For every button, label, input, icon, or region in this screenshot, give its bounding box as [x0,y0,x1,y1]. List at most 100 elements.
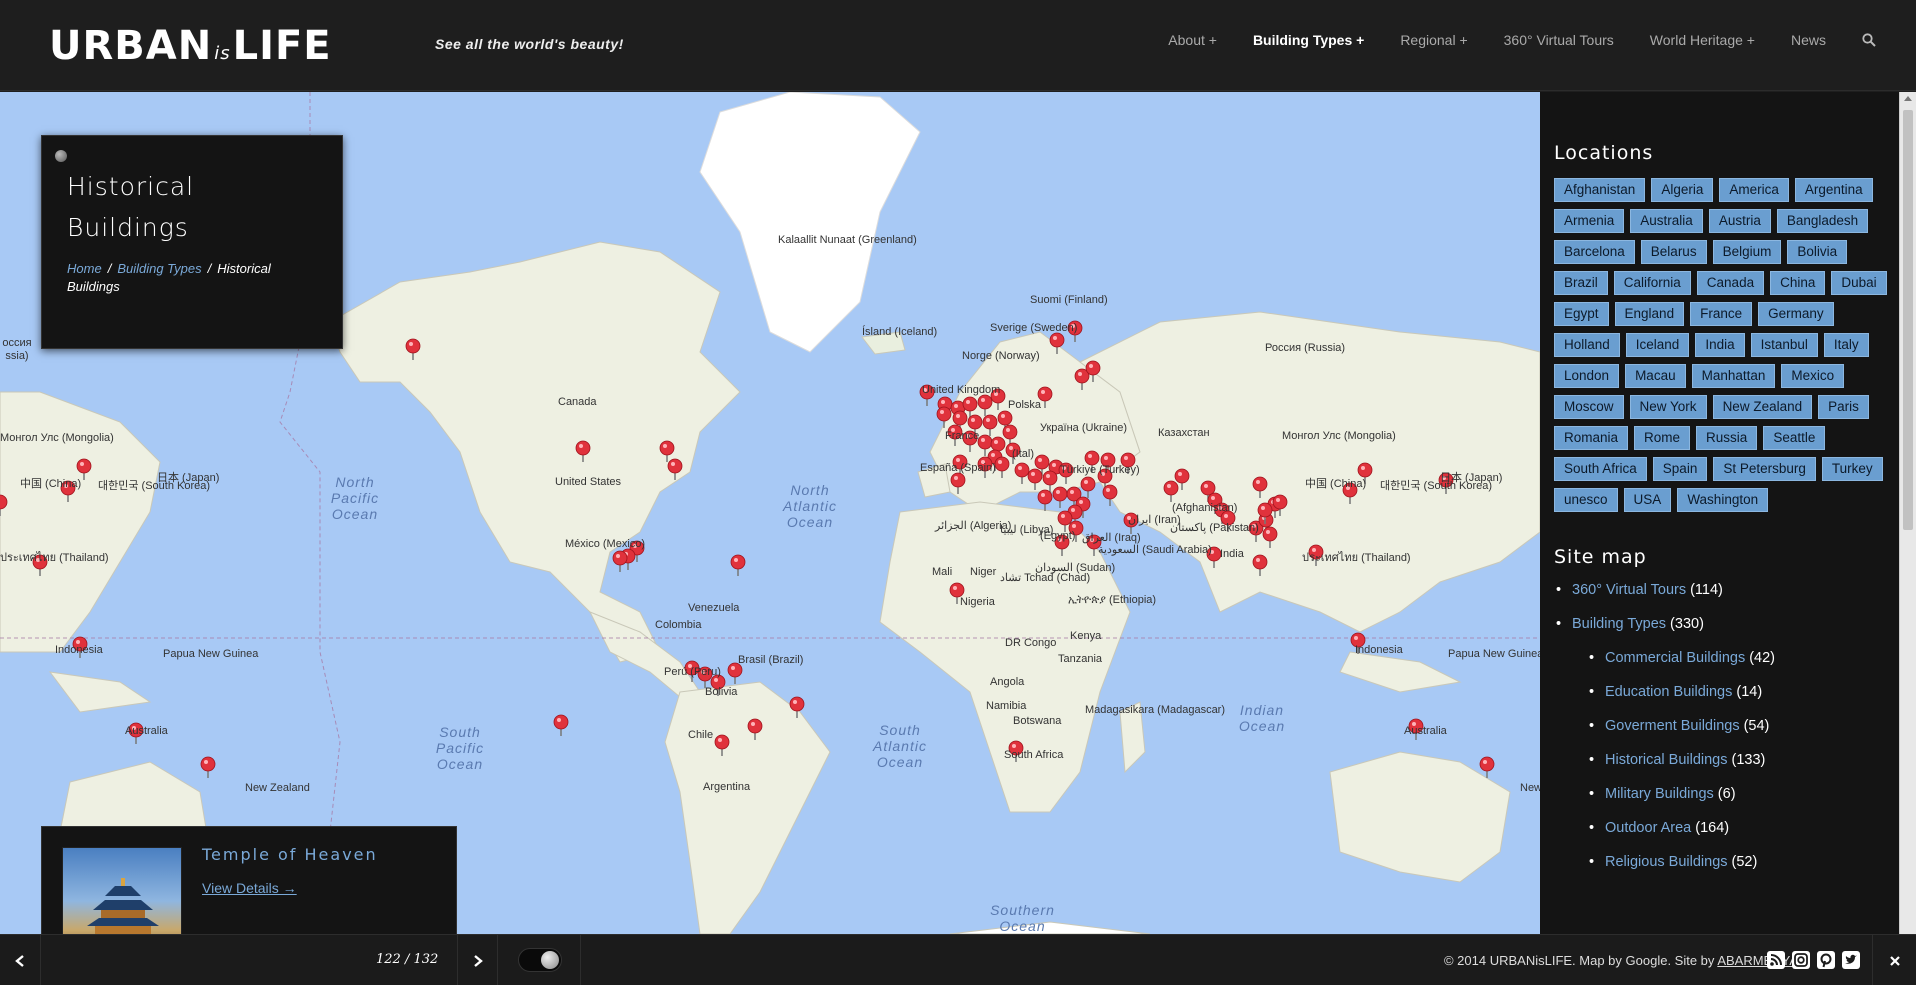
map-label-chile: Chile [688,729,714,741]
location-tag[interactable]: India [1695,333,1745,357]
map-pin-icon[interactable] [730,554,746,576]
location-tag[interactable]: New Zealand [1712,395,1813,419]
search-icon[interactable] [1862,33,1876,47]
location-tag[interactable]: England [1614,302,1685,326]
location-tag[interactable]: Seattle [1763,426,1826,450]
location-tag[interactable]: unesco [1554,488,1618,512]
close-button[interactable] [1872,935,1916,985]
prev-button[interactable] [0,935,41,985]
location-tag[interactable]: Turkey [1821,457,1883,481]
breadcrumb-building-types[interactable]: Building Types [117,261,201,276]
map-pin-icon[interactable] [612,550,628,572]
ocean-north-atlantic: North Atlantic Ocean [783,482,837,530]
location-tag[interactable]: Italy [1823,333,1869,357]
map-label-left-mongolia: Монгол Улс (Mongolia) [0,432,114,444]
location-tag[interactable]: China [1770,271,1826,295]
location-tag[interactable]: Washington [1677,488,1769,512]
sitemap-sublink[interactable]: Goverment Buildings [1605,718,1740,734]
map-label-india: India [1220,548,1244,560]
map-pin-icon[interactable] [1080,476,1096,498]
location-tag[interactable]: Macau [1625,364,1686,388]
card-title[interactable]: Temple of Heaven [202,845,378,864]
next-button[interactable] [457,935,498,985]
map-label-kazakhstan: Казахстан [1158,427,1210,439]
location-tag[interactable]: Romania [1554,426,1629,450]
sitemap-sublink[interactable]: Commercial Buildings [1605,650,1745,666]
sitemap-sublink[interactable]: Religious Buildings [1605,854,1728,870]
map-label-indonesia: Indonesia [1355,644,1403,656]
twitter-icon[interactable] [1842,951,1860,969]
rss-icon[interactable] [1767,951,1785,969]
location-tag[interactable]: Rome [1634,426,1691,450]
nav-regional[interactable]: Regional + [1400,32,1467,48]
location-tag[interactable]: Bangladesh [1776,209,1869,233]
location-tag[interactable]: Egypt [1554,302,1609,326]
sitemap-link-building-types[interactable]: Building Types [1572,616,1666,632]
sitemap-sublink[interactable]: Outdoor Area [1605,820,1691,836]
sitemap-sublink[interactable]: Historical Buildings [1605,752,1728,768]
map-pin-icon[interactable] [1052,486,1068,508]
map-pin-icon[interactable] [553,714,569,736]
view-details-link[interactable]: View Details → [202,880,297,896]
location-tag[interactable]: Austria [1708,209,1771,233]
scroll-thumb[interactable] [1903,110,1913,530]
instagram-icon[interactable] [1792,951,1810,969]
location-tag[interactable]: Australia [1630,209,1703,233]
site-header: URBAN isLIFE See all the world's beauty! … [0,0,1916,91]
location-tag[interactable]: Moscow [1554,395,1624,419]
location-tag[interactable]: America [1719,178,1789,202]
location-tag[interactable]: Armenia [1554,209,1625,233]
map-pin-icon[interactable] [1037,489,1053,511]
sitemap-subitem: Outdoor Area(164) [1587,818,1899,838]
location-tag[interactable]: Paris [1818,395,1869,419]
location-tag[interactable]: Holland [1554,333,1620,357]
nav-news[interactable]: News [1791,32,1826,48]
page-scrollbar[interactable] [1899,92,1916,934]
location-tag[interactable]: Dubai [1831,271,1887,295]
location-tag[interactable]: France [1690,302,1753,326]
site-logo[interactable]: URBAN isLIFE [49,22,332,78]
location-tag[interactable]: Spain [1652,457,1708,481]
pinterest-icon[interactable] [1817,951,1835,969]
map-label-canada: Canada [558,396,597,408]
nav-about[interactable]: About + [1168,32,1217,48]
sitemap-link-virtual-tours[interactable]: 360° Virtual Tours [1572,582,1686,598]
location-tag[interactable]: Istanbul [1750,333,1818,357]
nav-world-heritage[interactable]: World Heritage + [1650,32,1755,48]
featured-card: Temple of Heaven View Details → [41,826,457,967]
location-tag[interactable]: South Africa [1554,457,1647,481]
breadcrumb-home[interactable]: Home [67,261,102,276]
location-tag[interactable]: USA [1623,488,1672,512]
view-toggle[interactable] [518,948,562,972]
sitemap-sublink[interactable]: Education Buildings [1605,684,1732,700]
sitemap-subitem: Goverment Buildings(54) [1587,716,1899,736]
location-tag[interactable]: Barcelona [1554,240,1635,264]
location-tag[interactable]: Algeria [1651,178,1714,202]
location-tag[interactable]: Germany [1758,302,1834,326]
location-tag[interactable]: Bolivia [1787,240,1848,264]
location-tag[interactable]: Belgium [1712,240,1782,264]
location-tag[interactable]: Manhattan [1691,364,1776,388]
location-tag[interactable]: Mexico [1781,364,1845,388]
location-tag[interactable]: New York [1629,395,1707,419]
location-tag[interactable]: Argentina [1794,178,1873,202]
location-tag[interactable]: London [1554,364,1620,388]
location-tag[interactable]: Belarus [1640,240,1707,264]
location-tag[interactable]: Afghanistan [1554,178,1646,202]
sitemap-count: (52) [1731,854,1758,870]
location-tag[interactable]: Iceland [1625,333,1690,357]
sitemap-sublink[interactable]: Military Buildings [1605,786,1714,802]
sitemap-count: (6) [1717,786,1736,802]
location-tag[interactable]: St Petersburg [1713,457,1816,481]
nav-virtual-tours[interactable]: 360° Virtual Tours [1504,32,1614,48]
nav-building-types[interactable]: Building Types + [1253,32,1364,48]
panel-dot-icon [55,150,67,162]
location-tag[interactable]: Canada [1696,271,1765,295]
close-icon [1889,955,1900,966]
scroll-up-icon[interactable] [1904,96,1912,101]
location-tag[interactable]: Brazil [1554,271,1608,295]
page-title: Historical Buildings [67,172,195,242]
map-pin-icon[interactable] [200,756,216,778]
location-tag[interactable]: California [1613,271,1691,295]
location-tag[interactable]: Russia [1696,426,1758,450]
